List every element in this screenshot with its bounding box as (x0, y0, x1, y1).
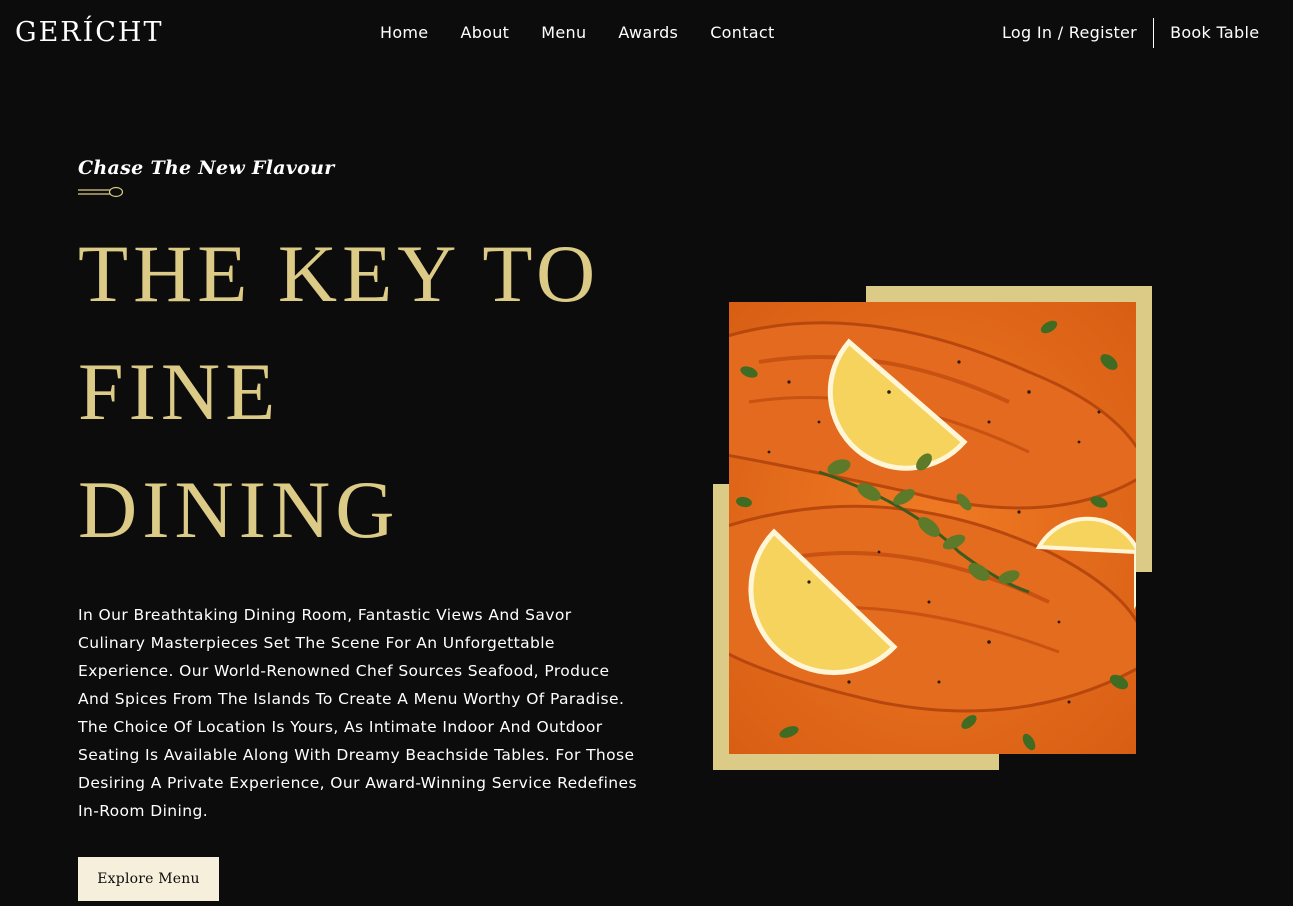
nav-links: Home About Menu Awards Contact (380, 21, 775, 45)
headline-line-2: FINE (78, 346, 281, 437)
hero-headline: THE KEY TO FINE DINING (78, 215, 678, 569)
nav-link-about[interactable]: About (460, 21, 509, 45)
headline-line-3: DINING (78, 464, 400, 555)
hero-description: In Our Breathtaking Dining Room, Fantast… (78, 606, 637, 820)
hero-subtitle: Chase The New Flavour (78, 157, 335, 179)
logo[interactable]: GERÍCHT (15, 14, 164, 52)
nav-right: Log In / Register Book Table (1002, 18, 1259, 48)
nav-link-home[interactable]: Home (380, 21, 428, 45)
nav-link-awards[interactable]: Awards (618, 21, 678, 45)
nav-divider (1153, 18, 1155, 48)
nav-link-menu[interactable]: Menu (541, 21, 586, 45)
book-table-link[interactable]: Book Table (1170, 18, 1259, 48)
headline-line-1: THE KEY TO (78, 228, 601, 319)
salmon-dish-image (729, 302, 1136, 754)
login-register-link[interactable]: Log In / Register (1002, 18, 1137, 48)
nav-link-contact[interactable]: Contact (710, 21, 774, 45)
spoon-icon (78, 186, 124, 198)
explore-menu-button[interactable]: Explore Menu (78, 857, 219, 901)
